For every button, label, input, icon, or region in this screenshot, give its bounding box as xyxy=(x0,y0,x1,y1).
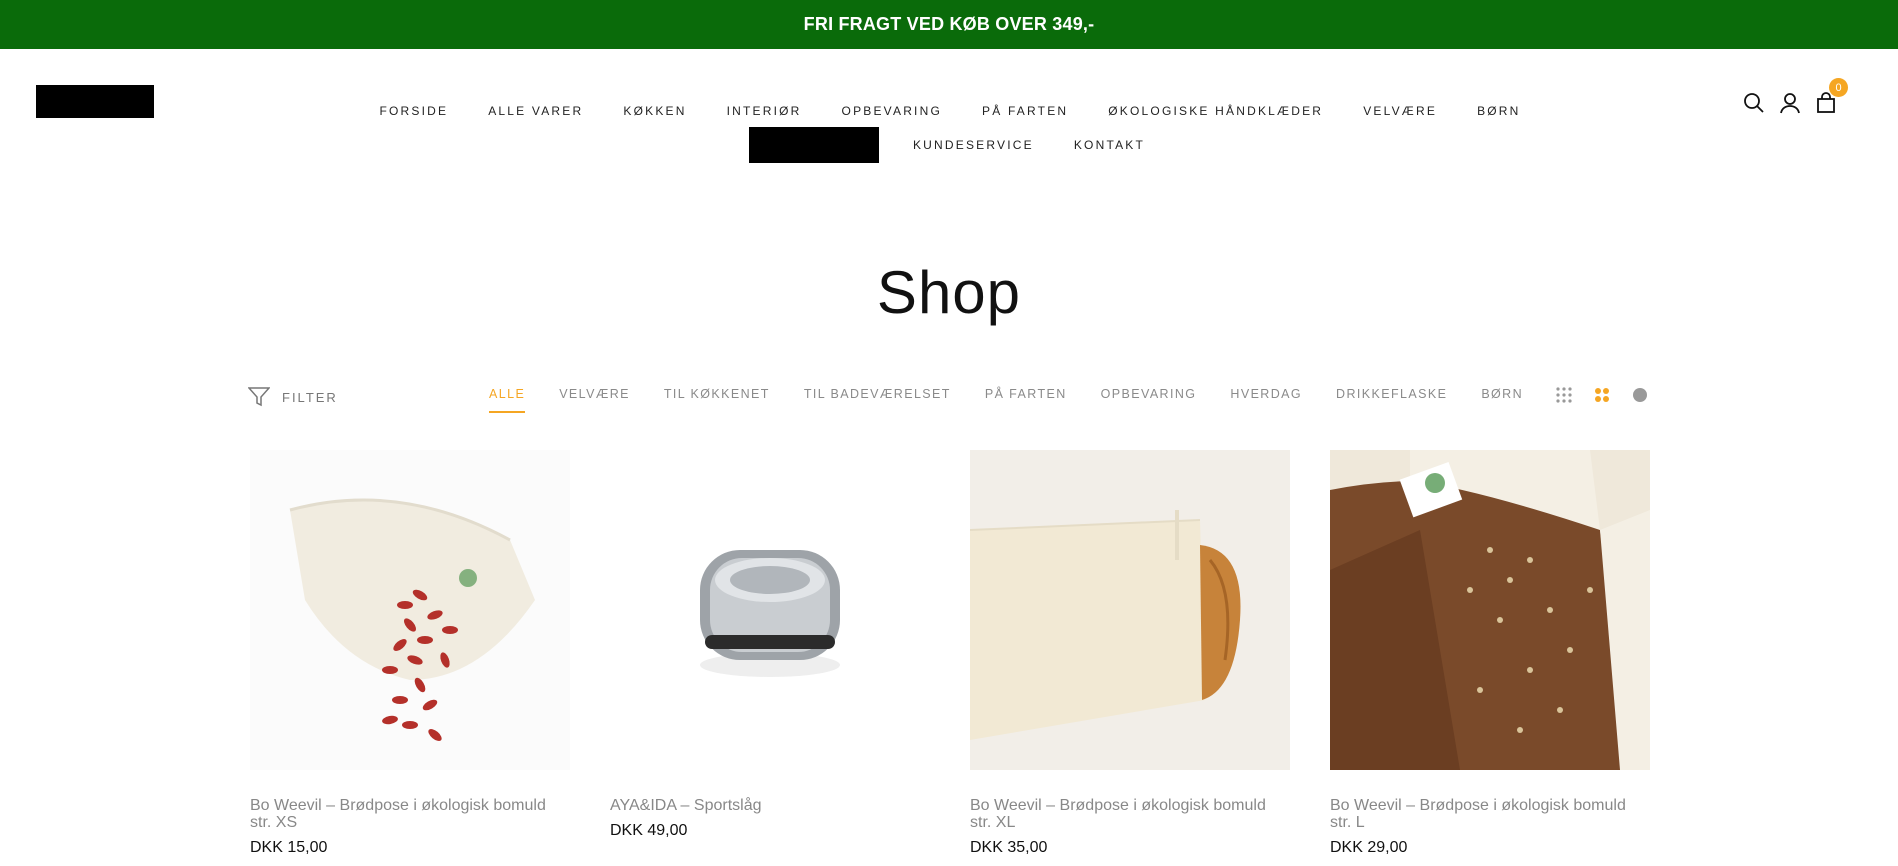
category-tab-til-badevaerelset[interactable]: TIL BADEVÆRELSET xyxy=(804,387,951,401)
search-icon[interactable] xyxy=(1743,92,1765,114)
category-tab-born[interactable]: BØRN xyxy=(1481,387,1523,401)
category-tab-opbevaring[interactable]: OPBEVARING xyxy=(1101,387,1197,401)
grid-view-toggles xyxy=(1556,387,1648,408)
product-image[interactable] xyxy=(250,450,570,770)
product-card[interactable]: Bo Weevil – Brødpose i økologisk bomuld … xyxy=(250,450,570,857)
nav-item-okologiske-handklaeder[interactable]: ØKOLOGISKE HÅNDKLÆDER xyxy=(1108,104,1323,118)
product-image[interactable] xyxy=(1330,450,1650,770)
cart-count-badge: 0 xyxy=(1829,78,1848,97)
product-price: DKK 49,00 xyxy=(610,822,688,839)
product-price: DKK 29,00 xyxy=(1330,839,1408,856)
category-tab-til-kokkenet[interactable]: TIL KØKKENET xyxy=(664,387,770,401)
grid-2-col-icon[interactable] xyxy=(1594,387,1610,408)
nav-item-born[interactable]: BØRN xyxy=(1477,104,1520,118)
nav-item-alle-varer[interactable]: ALLE VARER xyxy=(488,104,583,118)
product-price: DKK 15,00 xyxy=(250,839,328,856)
category-tab-hverdag[interactable]: HVERDAG xyxy=(1230,387,1302,401)
category-tab-pa-farten[interactable]: PÅ FARTEN xyxy=(985,387,1067,401)
nav-item-interior[interactable]: INTERIØR xyxy=(727,104,802,118)
nav-item-forside[interactable]: FORSIDE xyxy=(379,104,448,118)
filter-icon xyxy=(248,387,270,407)
product-card[interactable]: Bo Weevil – Brødpose i økologisk bomuld … xyxy=(1330,450,1650,857)
product-name[interactable]: Bo Weevil – Brødpose i økologisk bomuld … xyxy=(250,797,570,831)
product-name[interactable]: AYA&IDA – Sportslåg xyxy=(610,797,930,814)
nav-item-kokken[interactable]: KØKKEN xyxy=(623,104,686,118)
main-navigation: FORSIDE ALLE VARER KØKKEN INTERIØR OPBEV… xyxy=(379,100,1520,168)
site-logo[interactable] xyxy=(36,85,154,118)
nav-item-kundeservice[interactable]: KUNDESERVICE xyxy=(913,138,1034,152)
promo-banner: FRI FRAGT VED KØB OVER 349,- xyxy=(0,0,1898,49)
header-icons: 0 xyxy=(1743,78,1848,114)
product-name[interactable]: Bo Weevil – Brødpose i økologisk bomuld … xyxy=(1330,797,1650,831)
nav-item-kontakt[interactable]: KONTAKT xyxy=(1074,138,1145,152)
category-tab-velvaere[interactable]: VELVÆRE xyxy=(559,387,630,401)
category-tab-drikkeflaske[interactable]: DRIKKEFLASKE xyxy=(1336,387,1447,401)
filter-label: FILTER xyxy=(282,389,338,405)
product-price: DKK 35,00 xyxy=(970,839,1048,856)
nav-item-redacted[interactable] xyxy=(748,127,879,163)
category-tabs: ALLE VELVÆRE TIL KØKKENET TIL BADEVÆRELS… xyxy=(489,387,1523,413)
product-name[interactable]: Bo Weevil – Brødpose i økologisk bomuld … xyxy=(970,797,1290,831)
filter-button[interactable]: FILTER xyxy=(248,387,338,407)
product-card[interactable]: AYA&IDA – Sportslåg DKK 49,00 xyxy=(610,450,930,840)
product-image[interactable] xyxy=(970,450,1290,770)
product-card[interactable]: Bo Weevil – Brødpose i økologisk bomuld … xyxy=(970,450,1290,857)
grid-1-col-icon[interactable] xyxy=(1632,387,1648,408)
nav-item-pa-farten[interactable]: PÅ FARTEN xyxy=(982,104,1068,118)
nav-item-opbevaring[interactable]: OPBEVARING xyxy=(842,104,942,118)
product-image[interactable] xyxy=(610,450,930,770)
cart-icon[interactable]: 0 xyxy=(1815,78,1848,114)
shop-toolbar: FILTER ALLE VELVÆRE TIL KØKKENET TIL BAD… xyxy=(248,383,1648,413)
grid-3-col-icon[interactable] xyxy=(1556,387,1572,408)
category-tab-alle[interactable]: ALLE xyxy=(489,387,526,413)
promo-banner-text: FRI FRAGT VED KØB OVER 349,- xyxy=(803,14,1095,34)
nav-item-velvaere[interactable]: VELVÆRE xyxy=(1363,104,1437,118)
account-icon[interactable] xyxy=(1779,92,1801,114)
page-title: Shop xyxy=(876,259,1022,326)
